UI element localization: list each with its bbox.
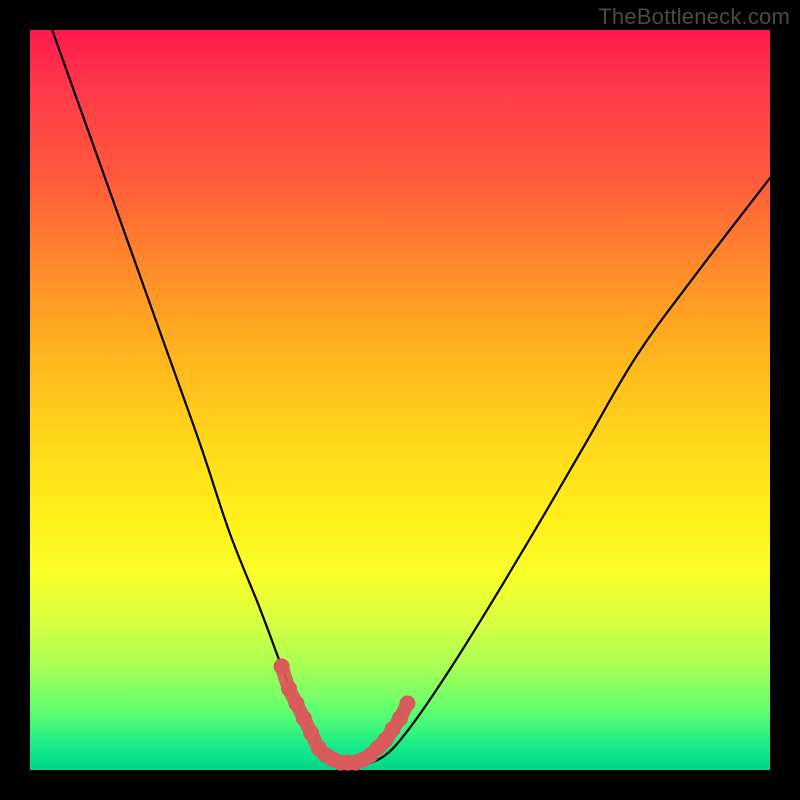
chart-frame: TheBottleneck.com xyxy=(0,0,800,800)
valley-dot xyxy=(288,695,304,711)
valley-dot xyxy=(274,658,290,674)
watermark-text: TheBottleneck.com xyxy=(598,4,790,30)
valley-dot xyxy=(303,725,319,741)
curve-svg xyxy=(30,30,770,770)
valley-dot xyxy=(392,710,408,726)
valley-dot xyxy=(296,710,312,726)
valley-dot xyxy=(281,681,297,697)
plot-area xyxy=(30,30,770,770)
valley-dot xyxy=(399,695,415,711)
bottleneck-curve xyxy=(52,30,770,763)
